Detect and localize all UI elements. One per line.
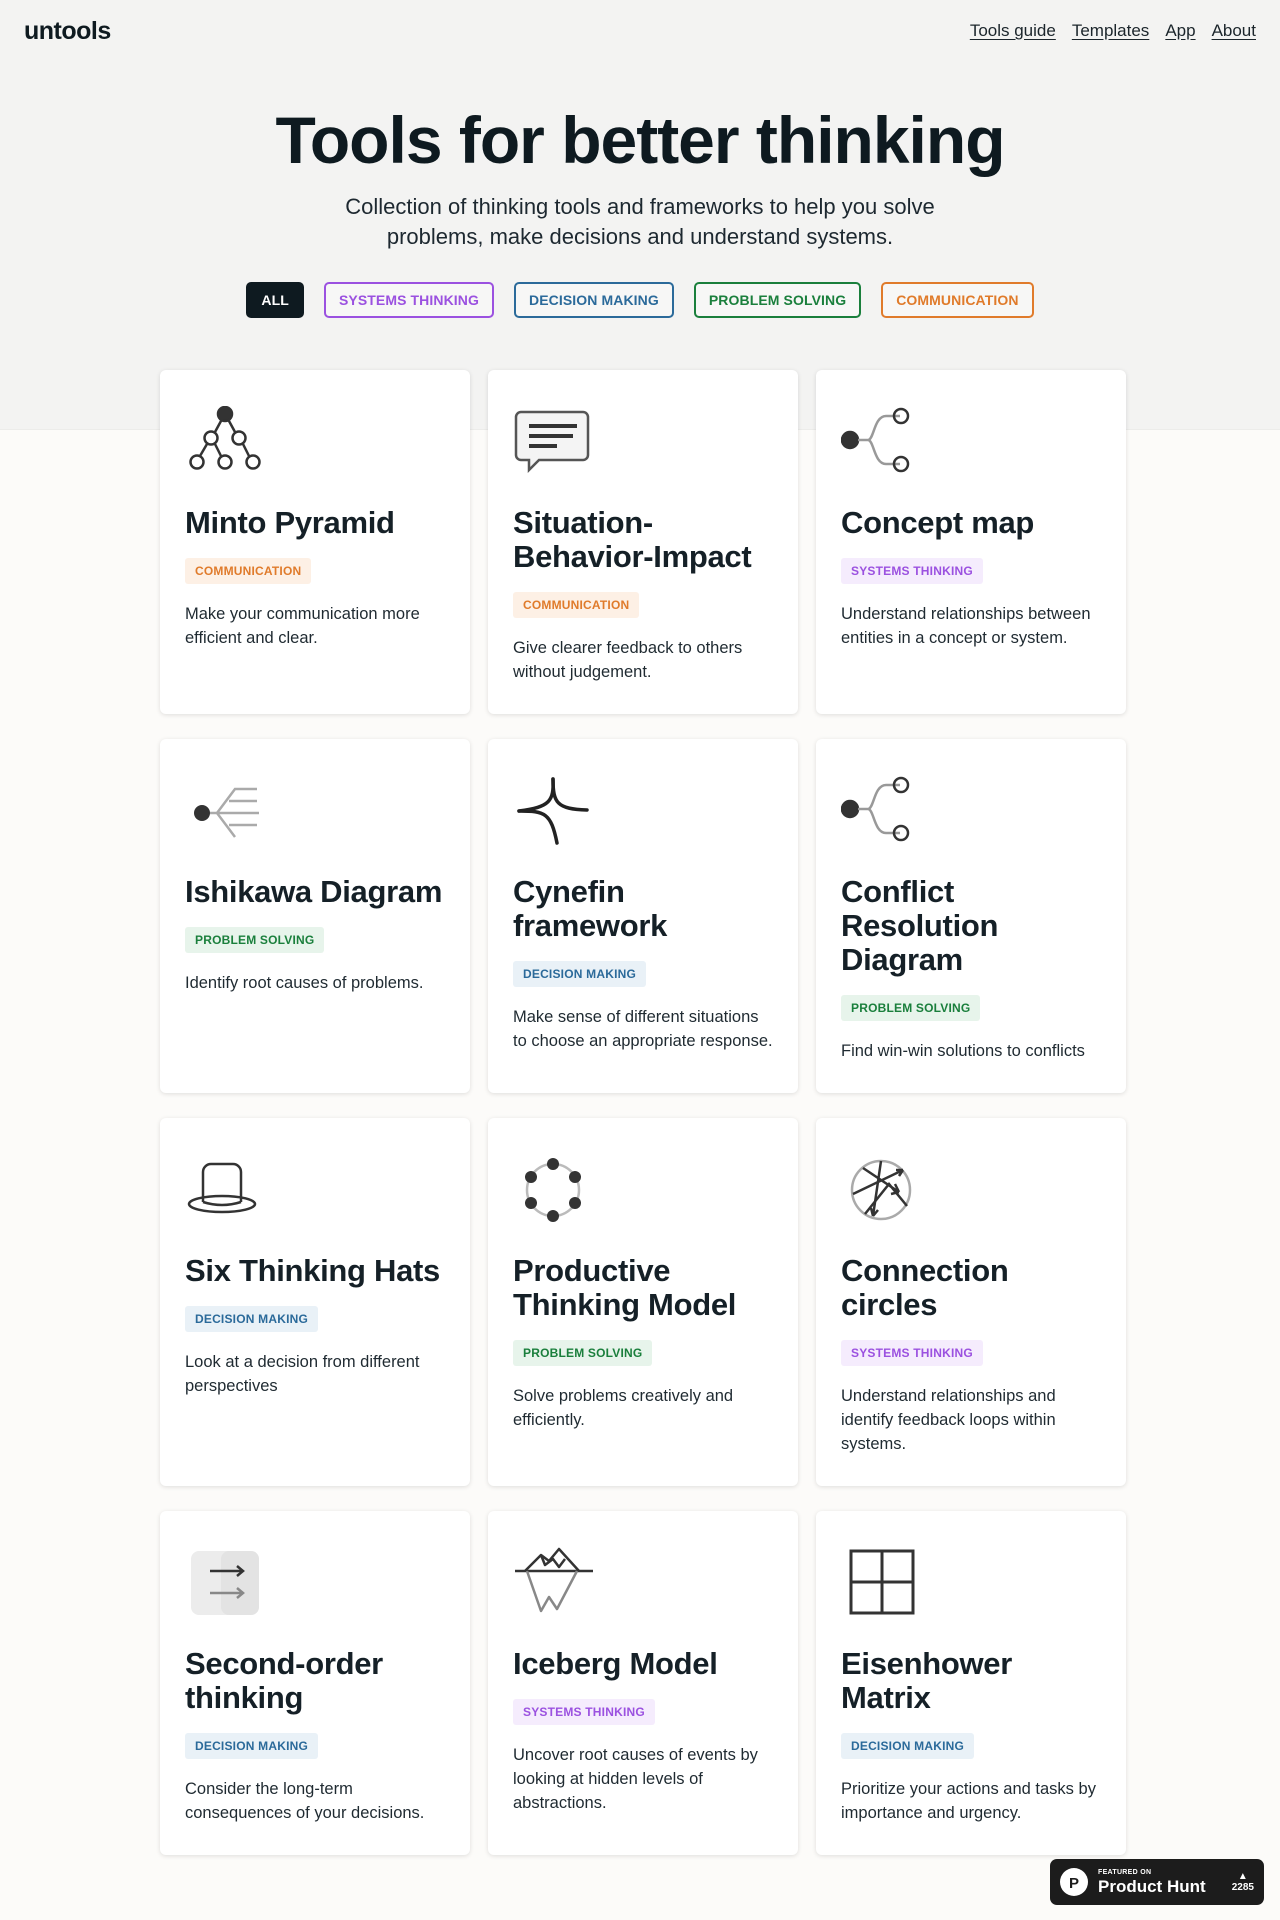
branch-icon <box>841 775 931 855</box>
page-subtitle: Collection of thinking tools and framewo… <box>345 194 935 249</box>
nav-link-about[interactable]: About <box>1212 21 1256 41</box>
tool-description: Look at a decision from different perspe… <box>185 1353 420 1395</box>
filter-systems-thinking[interactable]: SYSTEMS THINKING <box>323 282 494 318</box>
tool-description: Consider the long-term consequences of y… <box>185 1780 425 1822</box>
category-tag: COMMUNICATION <box>513 592 640 618</box>
tool-description: Make sense of different situations to ch… <box>513 1008 773 1050</box>
tool-title: Six Thinking Hats <box>185 1253 440 1288</box>
category-tag: DECISION MAKING <box>185 1733 319 1759</box>
category-tag: SYSTEMS THINKING <box>841 1340 983 1366</box>
fishbone-icon <box>185 775 275 855</box>
tool-title: Minto Pyramid <box>185 505 395 540</box>
tool-description: Understand relationships and identify fe… <box>841 1387 1056 1453</box>
tool-description: Find win-win solutions to conflicts <box>841 1042 1085 1060</box>
tool-card-concept-map[interactable]: Concept map SYSTEMS THINKING Understand … <box>816 370 1126 714</box>
page-title: Tools for better thinking <box>275 103 1005 177</box>
tool-description: Prioritize your actions and tasks by imp… <box>841 1780 1096 1822</box>
tool-title: Conflict Resolution Diagram <box>841 874 999 977</box>
tool-card-connection-circles[interactable]: Connection circles SYSTEMS THINKING Unde… <box>816 1118 1126 1486</box>
svg-text:P: P <box>1069 1875 1079 1891</box>
product-hunt-badge[interactable]: P FEATURED ON Product Hunt ▲ 2285 <box>1050 1859 1264 1905</box>
category-tag: PROBLEM SOLVING <box>513 1340 653 1366</box>
tool-title: Iceberg Model <box>513 1646 718 1681</box>
hat-icon <box>185 1154 275 1234</box>
category-tag: DECISION MAKING <box>513 961 647 987</box>
tool-title: Concept map <box>841 505 1035 540</box>
tool-description: Identify root causes of problems. <box>185 974 424 992</box>
filter-all[interactable]: ALL <box>246 282 304 318</box>
product-hunt-featured-label: FEATURED ON <box>1098 1869 1152 1876</box>
category-tag: PROBLEM SOLVING <box>841 995 981 1021</box>
tool-title: Ishikawa Diagram <box>185 874 443 909</box>
cynefin-icon <box>513 775 603 855</box>
filter-communication[interactable]: COMMUNICATION <box>881 282 1034 318</box>
product-hunt-logo-icon: P <box>1060 1868 1088 1896</box>
tool-description: Understand relationships between entitie… <box>841 605 1091 647</box>
tool-card-iceberg-model[interactable]: Iceberg Model SYSTEMS THINKING Uncover r… <box>488 1511 798 1855</box>
filter-problem-solving[interactable]: PROBLEM SOLVING <box>693 282 862 318</box>
tool-description: Uncover root causes of events by looking… <box>513 1746 758 1812</box>
upvote-arrow-icon: ▲ <box>1237 1871 1248 1882</box>
nav-link-app[interactable]: App <box>1165 21 1195 41</box>
top-bar: untools Tools guide Templates App About <box>0 0 1280 62</box>
tool-card-second-order-thinking[interactable]: Second-order thinking DECISION MAKING Co… <box>160 1511 470 1855</box>
site-logo[interactable]: untools <box>24 17 111 46</box>
iceberg-icon <box>513 1547 603 1627</box>
tool-title: Productive Thinking Model <box>513 1253 737 1322</box>
connection-circle-icon <box>841 1154 931 1234</box>
category-filters: ALL SYSTEMS THINKING DECISION MAKING PRO… <box>0 282 1280 318</box>
tool-title: Situation-Behavior-Impact <box>513 505 752 574</box>
nav-link-tools-guide[interactable]: Tools guide <box>970 21 1056 41</box>
tool-card-minto-pyramid[interactable]: Minto Pyramid COMMUNICATION Make your co… <box>160 370 470 714</box>
product-hunt-name: Product Hunt <box>1098 1877 1206 1896</box>
tool-card-ishikawa-diagram[interactable]: Ishikawa Diagram PROBLEM SOLVING Identif… <box>160 739 470 1093</box>
vote-count: 2285 <box>1231 1882 1254 1893</box>
tool-description: Give clearer feedback to others without … <box>513 639 743 681</box>
category-tag: DECISION MAKING <box>185 1306 319 1332</box>
tool-card-productive-thinking-model[interactable]: Productive Thinking Model PROBLEM SOLVIN… <box>488 1118 798 1486</box>
tool-title: Second-order thinking <box>185 1646 383 1715</box>
filter-decision-making[interactable]: DECISION MAKING <box>514 282 674 318</box>
tool-card-cynefin-framework[interactable]: Cynefin framework DECISION MAKING Make s… <box>488 739 798 1093</box>
category-tag: COMMUNICATION <box>185 558 312 584</box>
category-tag: PROBLEM SOLVING <box>185 927 325 953</box>
tool-title: Eisenhower Matrix <box>841 1646 1012 1715</box>
circle-dots-icon <box>513 1154 603 1234</box>
tools-grid: Minto Pyramid COMMUNICATION Make your co… <box>160 370 1126 1880</box>
tool-title: Cynefin framework <box>513 874 668 943</box>
grid-icon <box>841 1547 931 1627</box>
product-hunt-text: FEATURED ON Product Hunt <box>1098 1869 1206 1895</box>
tool-title: Connection circles <box>841 1253 1009 1322</box>
tool-card-conflict-resolution-diagram[interactable]: Conflict Resolution Diagram PROBLEM SOLV… <box>816 739 1126 1093</box>
hero: Tools for better thinking Collection of … <box>0 100 1280 252</box>
category-tag: SYSTEMS THINKING <box>841 558 983 584</box>
speech-bubble-icon <box>513 406 603 486</box>
main-nav: Tools guide Templates App About <box>970 21 1256 41</box>
tool-description: Make your communication more efficient a… <box>185 605 420 647</box>
tool-card-six-thinking-hats[interactable]: Six Thinking Hats DECISION MAKING Look a… <box>160 1118 470 1486</box>
branch-icon <box>841 406 931 486</box>
tool-card-eisenhower-matrix[interactable]: Eisenhower Matrix DECISION MAKING Priori… <box>816 1511 1126 1855</box>
product-hunt-votes: ▲ 2285 <box>1232 1871 1254 1893</box>
nav-link-templates[interactable]: Templates <box>1072 21 1149 41</box>
category-tag: DECISION MAKING <box>841 1733 975 1759</box>
category-tag: SYSTEMS THINKING <box>513 1699 655 1725</box>
tool-card-situation-behavior-impact[interactable]: Situation-Behavior-Impact COMMUNICATION … <box>488 370 798 714</box>
pyramid-icon <box>185 406 275 486</box>
tool-description: Solve problems creatively and efficientl… <box>513 1387 734 1429</box>
arrows-icon <box>185 1547 275 1627</box>
